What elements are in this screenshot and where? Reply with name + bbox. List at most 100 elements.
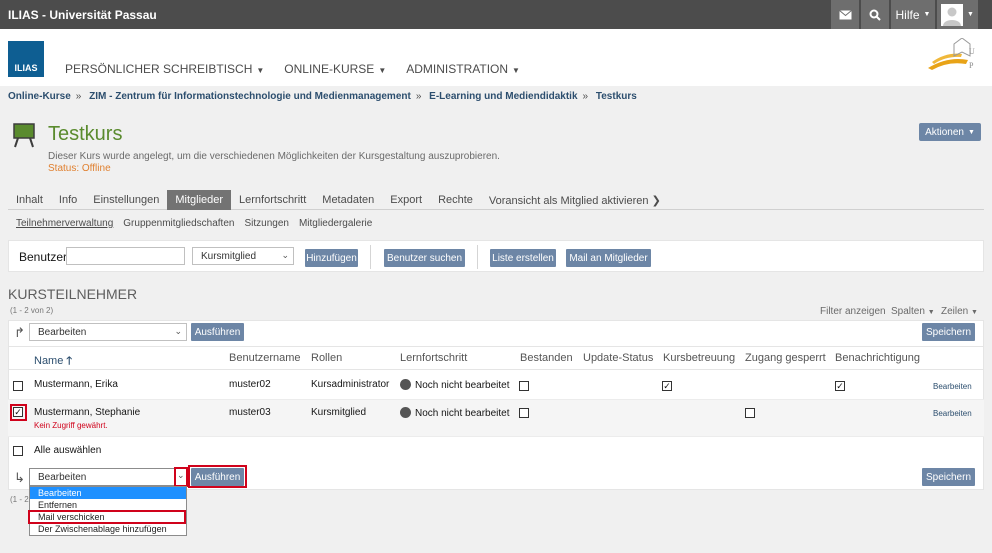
- result-count-bottom: (1 - 2: [10, 495, 29, 504]
- chevron-down-icon: ⌄: [281, 250, 289, 260]
- member-role: Kursmitglied: [311, 407, 367, 418]
- dropdown-option-edit[interactable]: Bearbeiten: [30, 487, 186, 499]
- subtab-group-memberships[interactable]: Gruppenmitgliedschaften: [123, 218, 234, 229]
- columns-menu[interactable]: Spalten ▼: [891, 306, 935, 317]
- search-button[interactable]: [860, 0, 889, 29]
- caret-down-icon: ▼: [256, 66, 265, 75]
- execute-button-bottom[interactable]: Ausführen: [191, 468, 244, 486]
- breadcrumb: Online-Kurse » ZIM - Zentrum für Informat…: [8, 91, 637, 102]
- filter-toggle[interactable]: Filter anzeigen: [820, 306, 886, 317]
- column-header-username[interactable]: Benutzername: [229, 352, 301, 364]
- tab-info[interactable]: Info: [51, 190, 85, 210]
- university-logo: U P: [928, 38, 975, 70]
- chevron-right-icon: ❯: [651, 195, 661, 207]
- subtab-participant-management[interactable]: Teilnehmerverwaltung: [16, 218, 113, 229]
- row-checkbox[interactable]: [13, 381, 23, 391]
- tab-export[interactable]: Export: [382, 190, 430, 210]
- role-select-value: Kursmitglied: [201, 251, 257, 262]
- subtab-member-gallery[interactable]: Mitgliedergalerie: [299, 218, 372, 229]
- create-list-button[interactable]: Liste erstellen: [490, 249, 556, 267]
- member-role: Kursadministrator: [311, 379, 390, 390]
- arrow-turn-down-icon: ↳: [14, 470, 25, 485]
- ilias-logo[interactable]: ILIAS: [8, 41, 44, 77]
- columns-label: Spalten: [891, 306, 925, 317]
- notification-checkbox[interactable]: ✓: [835, 381, 845, 391]
- tab-bar: Inhalt Info Einstellungen Mitglieder Ler…: [8, 190, 984, 210]
- caret-down-icon: ▼: [967, 11, 974, 18]
- caret-down-icon: ▼: [971, 309, 978, 316]
- search-icon: [869, 9, 881, 21]
- tab-members[interactable]: Mitglieder: [167, 190, 232, 210]
- column-header-progress[interactable]: Lernfortschritt: [400, 352, 467, 364]
- save-button-bottom[interactable]: Speichern: [922, 468, 975, 486]
- nav-item-desktop[interactable]: PERSÖNLICHER SCHREIBTISCH ▼: [65, 62, 264, 76]
- caret-down-icon: ▼: [967, 128, 975, 136]
- member-name: Mustermann, Erika: [34, 379, 118, 390]
- user-menu[interactable]: ▼: [936, 0, 978, 29]
- save-button-top[interactable]: Speichern: [922, 323, 975, 341]
- actions-label: Aktionen: [925, 126, 964, 138]
- column-header-passed[interactable]: Bestanden: [520, 352, 573, 364]
- add-button[interactable]: Hinzufügen: [305, 249, 358, 267]
- app-title: ILIAS - Universität Passau: [8, 8, 157, 22]
- select-all-checkbox[interactable]: [13, 446, 23, 456]
- tab-learning-progress[interactable]: Lernfortschritt: [231, 190, 314, 210]
- user-input[interactable]: [66, 247, 185, 265]
- tab-metadata[interactable]: Metadaten: [314, 190, 382, 210]
- tab-label: Voransicht als Mitglied aktivieren: [488, 195, 649, 207]
- rows-menu[interactable]: Zeilen ▼: [941, 306, 978, 317]
- dropdown-option-clipboard[interactable]: Der Zwischenablage hinzufügen: [30, 523, 186, 535]
- nav-label: ONLINE-KURSE: [284, 62, 375, 76]
- mail-button[interactable]: [830, 0, 859, 29]
- role-select[interactable]: Kursmitglied ⌄: [192, 247, 294, 265]
- column-header-tutor[interactable]: Kursbetreuung: [663, 352, 735, 364]
- tab-permissions[interactable]: Rechte: [430, 190, 481, 210]
- nav-item-courses[interactable]: ONLINE-KURSE ▼: [284, 62, 386, 76]
- caret-down-icon: ▼: [512, 66, 520, 75]
- column-header-update-status[interactable]: Update-Status: [583, 352, 653, 364]
- user-label: Benutzer: [19, 250, 68, 264]
- nav-item-administration[interactable]: ADMINISTRATION ▼: [406, 62, 520, 76]
- passed-checkbox[interactable]: [519, 381, 529, 391]
- column-header-name[interactable]: Name 🡑: [34, 352, 72, 371]
- execute-button-top[interactable]: Ausführen: [191, 323, 244, 341]
- tab-settings[interactable]: Einstellungen: [85, 190, 167, 210]
- breadcrumb-item[interactable]: Online-Kurse: [8, 91, 71, 102]
- breadcrumb-item[interactable]: ZIM - Zentrum für Informationstechnologi…: [89, 91, 411, 102]
- actions-button[interactable]: Aktionen ▼: [919, 123, 981, 141]
- column-header-blocked[interactable]: Zugang gesperrt: [745, 352, 826, 364]
- search-users-button[interactable]: Benutzer suchen: [384, 249, 465, 267]
- action-select-top[interactable]: Bearbeiten ⌄: [29, 323, 187, 341]
- nav-label: PERSÖNLICHER SCHREIBTISCH: [65, 62, 253, 76]
- column-header-notification[interactable]: Benachrichtigung: [835, 352, 920, 364]
- help-menu[interactable]: Hilfe ▼: [890, 0, 935, 29]
- caret-down-icon: ▼: [378, 66, 387, 75]
- column-header-roles[interactable]: Rollen: [311, 352, 342, 364]
- page-title: Testkurs: [48, 123, 123, 145]
- mail-members-button[interactable]: Mail an Mitglieder: [566, 249, 651, 267]
- breadcrumb-separator: »: [75, 91, 82, 102]
- progress-status-icon: [400, 379, 411, 390]
- breadcrumb-item[interactable]: Testkurs: [596, 91, 637, 102]
- course-status: Status: Offline: [48, 163, 111, 174]
- tab-content[interactable]: Inhalt: [8, 190, 51, 210]
- tab-member-preview[interactable]: Voransicht als Mitglied aktivieren ❯: [481, 190, 669, 210]
- breadcrumb-item[interactable]: E-Learning und Mediendidaktik: [429, 91, 577, 102]
- edit-link[interactable]: Bearbeiten: [933, 409, 972, 418]
- passed-checkbox[interactable]: [519, 408, 529, 418]
- row-checkbox[interactable]: ✓: [13, 407, 23, 417]
- subtab-sessions[interactable]: Sitzungen: [244, 218, 288, 229]
- member-username: muster03: [229, 407, 271, 418]
- svg-text:U: U: [969, 47, 975, 56]
- divider: [477, 245, 478, 269]
- chevron-down-icon[interactable]: ⌄: [177, 470, 185, 481]
- member-progress: Noch nicht bearbeitet: [400, 379, 510, 391]
- divider: [370, 245, 371, 269]
- select-all-label[interactable]: Alle auswählen: [34, 445, 101, 456]
- avatar-icon: [941, 3, 964, 26]
- chevron-down-icon: ⌄: [174, 326, 182, 336]
- blocked-checkbox[interactable]: [745, 408, 755, 418]
- tutor-checkbox[interactable]: ✓: [662, 381, 672, 391]
- action-select-bottom[interactable]: Bearbeiten: [29, 468, 187, 486]
- edit-link[interactable]: Bearbeiten: [933, 382, 972, 391]
